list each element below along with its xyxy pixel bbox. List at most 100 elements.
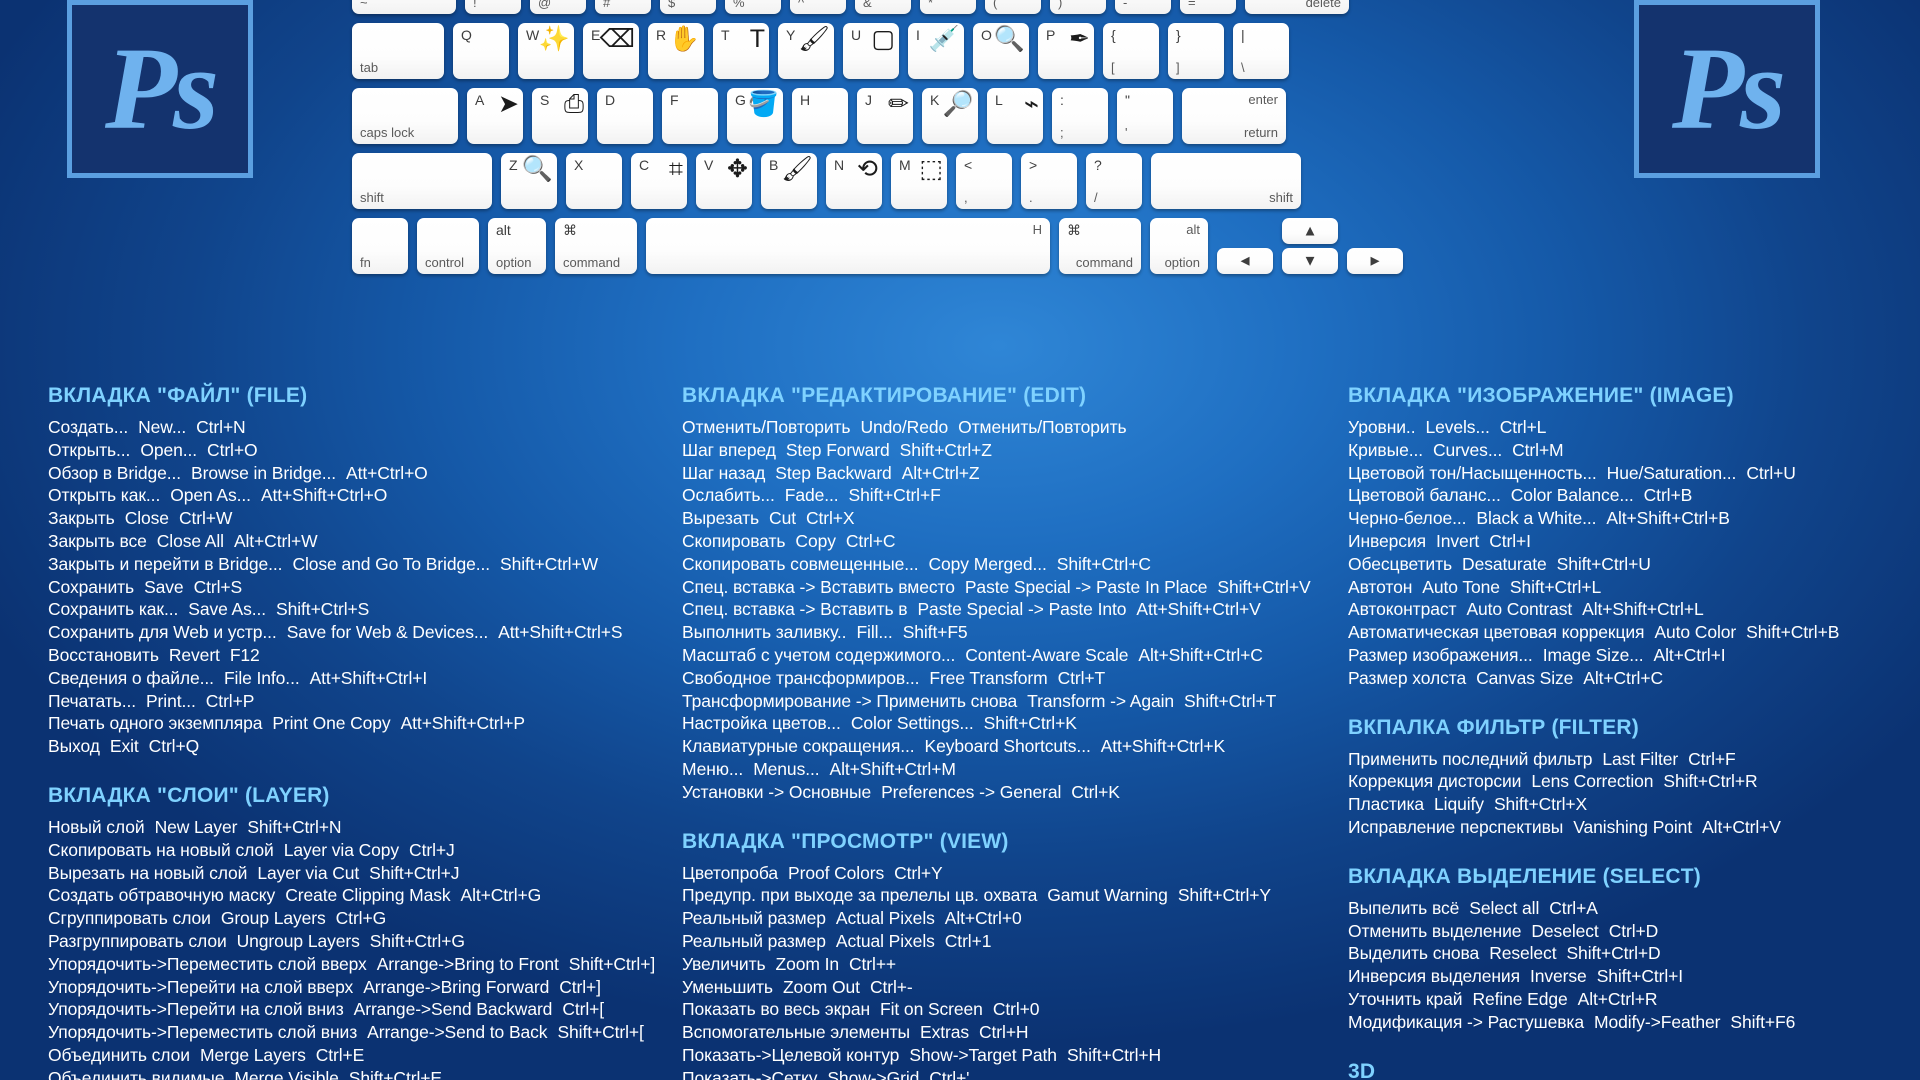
key-shift[interactable]: shift [352, 153, 492, 209]
shortcut-label-en: Menus... [753, 758, 820, 779]
key-label: ^ [798, 0, 805, 10]
key-u[interactable]: U ▢ [843, 23, 899, 79]
key-return[interactable]: return enter [1182, 88, 1286, 144]
shortcut-label-en: Proof Colors [788, 862, 885, 883]
key-q[interactable]: Q [453, 23, 509, 79]
key-g[interactable]: G 🪣 [727, 88, 783, 144]
key-x[interactable]: X [566, 153, 622, 209]
key-key[interactable]: {[ [1103, 23, 1159, 79]
key-v[interactable]: V ✥ [696, 153, 752, 209]
key-h[interactable]: H [646, 218, 1050, 274]
key-key[interactable]: " ' [1117, 88, 1173, 144]
key-e[interactable]: E ⌫ [583, 23, 639, 79]
key-0[interactable]: 0) [1050, 0, 1106, 14]
key-key[interactable]: | \ [1233, 23, 1289, 79]
key-r[interactable]: R ✋ [648, 23, 704, 79]
shortcut-keys: Shift+F5 [902, 622, 968, 643]
key-z[interactable]: Z 🔍 [501, 153, 557, 209]
shortcut-label-ru: Черно-белое... [1348, 508, 1467, 529]
shortcut-keys: Shift+Ctrl+D [1566, 943, 1661, 964]
shortcut-row: Масштаб с учетом содержимого... Content-A… [682, 644, 1382, 667]
key-delete[interactable]: delete [1245, 0, 1349, 14]
key-6[interactable]: 6^ [790, 0, 846, 14]
tool-icon: 🔎 [942, 90, 974, 118]
key-l[interactable]: L ⌁ [987, 88, 1043, 144]
key-p[interactable]: P ✒ [1038, 23, 1094, 79]
key-key[interactable]: ⌘ command [555, 218, 637, 274]
key-h[interactable]: H [792, 88, 848, 144]
key-a[interactable]: A ➤ [467, 88, 523, 144]
key-key[interactable]: :; [1052, 88, 1108, 144]
shortcut-label-ru: Сохранить [48, 576, 135, 597]
key-m[interactable]: M ⬚ [891, 153, 947, 209]
key-5[interactable]: 5% [725, 0, 781, 14]
shortcut-keys: Alt+Ctrl+G [460, 885, 542, 906]
key-j[interactable]: J ✏ [857, 88, 913, 144]
tool-icon: 🖌 [781, 155, 813, 183]
key-key[interactable]: `~ [352, 0, 456, 14]
key-w[interactable]: W ✨ [518, 23, 574, 79]
key-t[interactable]: TT [713, 23, 769, 79]
shortcut-keys: Ctrl+1 [944, 930, 992, 951]
key-key[interactable]: ⌘ command [1059, 218, 1141, 274]
key-shift[interactable]: shift [1151, 153, 1301, 209]
shortcut-keys: Shift+Ctrl+F [848, 485, 941, 506]
key-2[interactable]: 2@ [530, 0, 586, 14]
key-o[interactable]: O 🔍 [973, 23, 1029, 79]
key-7[interactable]: 7& [855, 0, 911, 14]
key-s[interactable]: S ⎙ [532, 88, 588, 144]
key-label: enter [1248, 92, 1278, 107]
shortcut-label-ru: Выделить снова [1348, 943, 1480, 964]
key-label: ⌘ [563, 222, 577, 238]
key-b[interactable]: B 🖌 [761, 153, 817, 209]
key-option[interactable]: option alt [1150, 218, 1208, 274]
key-k[interactable]: K 🔎 [922, 88, 978, 144]
shortcut-label-ru: Скопировать [682, 530, 786, 551]
key-label: % [733, 0, 745, 10]
shortcut-row: Объединить видимые Merge Visible Shift+Ctr… [48, 1067, 708, 1080]
key-1[interactable]: 1! [465, 0, 521, 14]
key-f[interactable]: F [662, 88, 718, 144]
key-arrow-left[interactable]: ◄ [1217, 248, 1273, 274]
shortcut-label-ru: Закрыть [48, 508, 115, 529]
shortcut-row: Показать во весь экран Fit on Screen Ctrl+… [682, 998, 1382, 1021]
key-key[interactable]: ? / [1086, 153, 1142, 209]
photoshop-logo-right: Ps [1634, 0, 1820, 178]
key-9[interactable]: 9( [985, 0, 1041, 14]
key-c[interactable]: C ⌗ [631, 153, 687, 209]
shortcut-list-filter: Применить последний фильтр Last Filter Ctr… [1348, 748, 1920, 839]
shortcut-row: Упорядочить->Переместить слой вниз Arrang… [48, 1021, 708, 1044]
shortcut-label-ru: Закрыть и перейти в Bridge... [48, 553, 283, 574]
key-arrow-right[interactable]: ► [1347, 248, 1403, 274]
shortcut-row: Сохранить Save Ctrl+S [48, 576, 708, 599]
key-d[interactable]: D [597, 88, 653, 144]
key-key[interactable]: _- [1115, 0, 1171, 14]
key-fn[interactable]: fn [352, 218, 408, 274]
key-alt[interactable]: alt option [488, 218, 546, 274]
arrow-down-icon: ▼ [1302, 252, 1318, 270]
shortcut-row: Скопировать на новый слой Layer via Copy C… [48, 839, 708, 862]
key-arrow-up[interactable]: ▲ [1282, 218, 1338, 244]
key-i[interactable]: I 💉 [908, 23, 964, 79]
key-control[interactable]: control [417, 218, 479, 274]
key-caps-lock[interactable]: caps lock [352, 88, 458, 144]
key-key[interactable]: += [1180, 0, 1236, 14]
key-arrow-down[interactable]: ▼ [1282, 248, 1338, 274]
key-4[interactable]: 4$ [660, 0, 716, 14]
key-3[interactable]: 3# [595, 0, 651, 14]
shortcut-row: Уточнить край Refine Edge Alt+Ctrl+R [1348, 988, 1920, 1011]
key-key[interactable]: >. [1021, 153, 1077, 209]
key-key[interactable]: }] [1168, 23, 1224, 79]
shortcut-row: Модификация -> Растушевка Modify->Feather… [1348, 1011, 1920, 1034]
shortcut-label-ru: Закрыть все [48, 530, 147, 551]
key-8[interactable]: 8* [920, 0, 976, 14]
key-label: } [1176, 27, 1181, 43]
shortcut-keys: Shift+Ctrl+[ [557, 1022, 644, 1043]
arrow-left-icon: ◄ [1237, 252, 1253, 270]
tool-icon: 🖌 [798, 25, 830, 53]
shortcut-row: Автоконтраст Auto Contrast Alt+Shift+Ctrl+… [1348, 598, 1920, 621]
key-y[interactable]: Y 🖌 [778, 23, 834, 79]
key-key[interactable]: <, [956, 153, 1012, 209]
key-n[interactable]: N ⟲ [826, 153, 882, 209]
key-tab[interactable]: tab [352, 23, 444, 79]
